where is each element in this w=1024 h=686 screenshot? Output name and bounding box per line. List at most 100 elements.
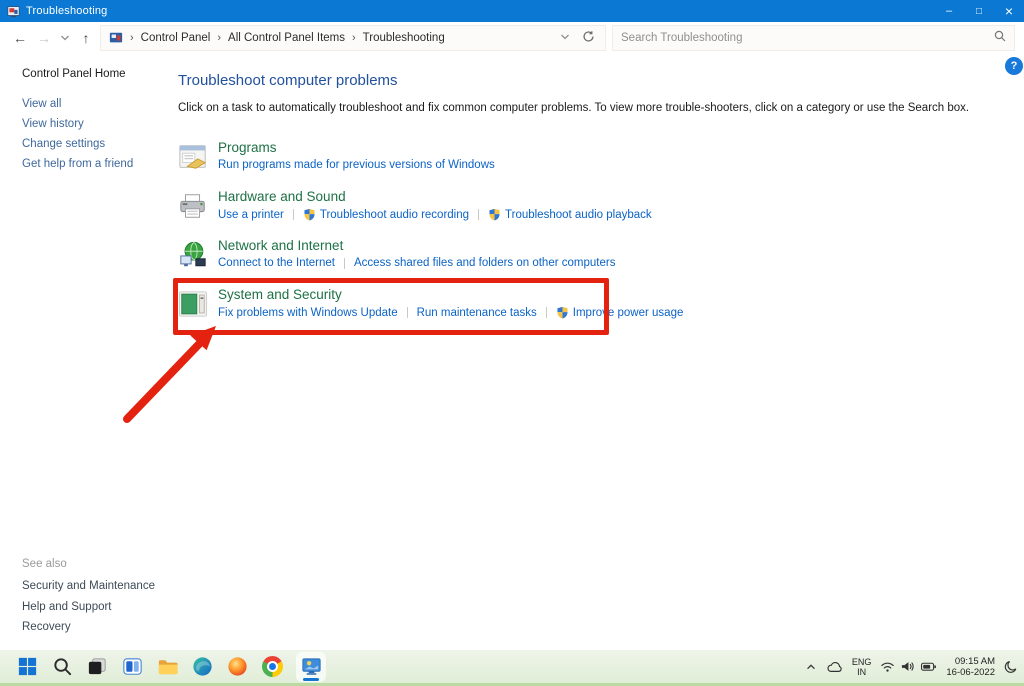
uac-shield-icon [556, 306, 569, 319]
file-explorer-icon[interactable] [156, 655, 179, 678]
widgets-icon[interactable] [121, 655, 144, 678]
window-controls: – □ × [934, 0, 1024, 22]
close-button[interactable]: × [994, 0, 1024, 22]
task-link-label: Access shared files and folders on other… [354, 257, 615, 269]
see-also-panel: See also Security and Maintenance Help an… [22, 558, 155, 643]
focus-assist-moon-icon[interactable] [1004, 660, 1018, 674]
task-link-label: Connect to the Internet [218, 257, 335, 269]
breadcrumb-separator: › [130, 32, 134, 44]
navigation-bar: ← → ↑ › Control Panel › All Control Pane… [0, 22, 1024, 54]
network-globe-icon [178, 240, 208, 270]
section-title[interactable]: Hardware and Sound [218, 189, 652, 205]
task-link[interactable]: Troubleshoot audio recording [303, 208, 469, 221]
uac-shield-icon [488, 208, 501, 221]
section-links: Fix problems with Windows Update Run mai… [218, 306, 683, 319]
see-also-link[interactable]: Help and Support [22, 602, 155, 614]
volume-icon [900, 660, 915, 673]
sidebar-links: View all View history Change settings Get h… [22, 98, 172, 170]
link-separator [293, 209, 294, 220]
main-content: Troubleshoot computer problems Click on … [178, 72, 918, 336]
address-dropdown-chevron-icon[interactable] [560, 32, 570, 45]
tray-time: 09:15 AM [946, 656, 995, 667]
section-network-and-internet: Network and Internet Connect to the Inte… [178, 238, 918, 272]
task-link-label: Improve power usage [573, 307, 684, 319]
up-button[interactable]: ↑ [74, 30, 98, 46]
cloud-icon[interactable] [826, 660, 843, 673]
link-separator [546, 307, 547, 318]
sidebar-link[interactable]: Get help from a friend [22, 158, 172, 170]
task-link[interactable]: Run programs made for previous versions … [218, 159, 495, 171]
clock[interactable]: 09:15 AM 16-06-2022 [946, 656, 995, 678]
tray-chevron-up-icon[interactable] [805, 661, 817, 673]
help-button[interactable]: ? [1005, 57, 1023, 75]
start-button[interactable] [16, 655, 39, 678]
task-link[interactable]: Use a printer [218, 209, 284, 221]
section-links: Use a printer Troubleshoot audio recordi… [218, 208, 652, 221]
search-icon[interactable] [994, 29, 1006, 47]
wifi-icon [880, 660, 895, 673]
see-also-link[interactable]: Recovery [22, 622, 155, 634]
refresh-icon[interactable] [582, 30, 595, 46]
sidebar-link[interactable]: Change settings [22, 138, 172, 150]
task-link-label: Troubleshoot audio playback [505, 209, 652, 221]
section-hardware-and-sound: Hardware and Sound Use a printer Trouble… [178, 189, 918, 223]
maximize-button[interactable]: □ [964, 0, 994, 22]
language-indicator[interactable]: ENG IN [852, 657, 872, 677]
back-button[interactable]: ← [8, 30, 32, 46]
section-title[interactable]: Programs [218, 140, 495, 156]
section-title[interactable]: Network and Internet [218, 238, 615, 254]
task-link[interactable]: Access shared files and folders on other… [354, 257, 615, 269]
forward-button[interactable]: → [32, 30, 56, 46]
edge-icon[interactable] [191, 655, 214, 678]
section-links: Connect to the Internet Access shared fi… [218, 257, 615, 269]
search-input[interactable] [621, 32, 994, 44]
window-body: Control Panel Home View all View history C… [0, 54, 1024, 650]
section-system-and-security: System and Security Fix problems with Wi… [178, 287, 918, 321]
sidebar-link[interactable]: View history [22, 118, 172, 130]
task-link[interactable]: Improve power usage [556, 306, 684, 319]
system-monitor-icon [178, 289, 208, 319]
task-link-label: Run programs made for previous versions … [218, 159, 495, 171]
window-title: Troubleshooting [26, 5, 107, 17]
system-tray: ENG IN 09:15 AM 16-06-2022 [805, 650, 1018, 683]
sidebar-item-control-panel-home[interactable]: Control Panel Home [22, 68, 172, 80]
address-bar[interactable]: › Control Panel › All Control Panel Item… [100, 25, 606, 51]
recent-pages-chevron-icon[interactable] [56, 33, 74, 43]
tray-date: 16-06-2022 [946, 667, 995, 678]
quick-settings[interactable] [880, 660, 937, 673]
sidebar-link[interactable]: View all [22, 98, 172, 110]
page-description: Click on a task to automatically trouble… [178, 102, 918, 114]
breadcrumb-separator: › [352, 32, 356, 44]
task-link[interactable]: Fix problems with Windows Update [218, 307, 398, 319]
chrome-icon[interactable] [261, 655, 284, 678]
task-link-label: Fix problems with Windows Update [218, 307, 398, 319]
breadcrumb-separator: › [217, 32, 221, 44]
task-link[interactable]: Run maintenance tasks [417, 307, 537, 319]
section-programs: Programs Run programs made for previous … [178, 140, 918, 174]
task-link[interactable]: Connect to the Internet [218, 257, 335, 269]
task-view-icon[interactable] [86, 655, 109, 678]
sections: Programs Run programs made for previous … [178, 140, 918, 321]
taskbar-search-icon[interactable] [51, 655, 74, 678]
link-separator [344, 258, 345, 269]
uac-shield-icon [303, 208, 316, 221]
task-link-label: Troubleshoot audio recording [320, 209, 469, 221]
see-also-link[interactable]: Security and Maintenance [22, 581, 155, 593]
firefox-icon[interactable] [226, 655, 249, 678]
desktop: { "window": { "title": "Troubleshooting"… [0, 0, 1024, 686]
section-links: Run programs made for previous versions … [218, 159, 495, 171]
search-box[interactable] [612, 25, 1015, 51]
minimize-button[interactable]: – [934, 0, 964, 22]
see-also-header: See also [22, 558, 155, 570]
link-separator [478, 209, 479, 220]
troubleshooting-app-icon [7, 5, 20, 18]
task-link-label: Run maintenance tasks [417, 307, 537, 319]
control-panel-taskbar-icon[interactable] [296, 652, 326, 682]
task-link[interactable]: Troubleshoot audio playback [488, 208, 652, 221]
breadcrumb-control-panel[interactable]: Control Panel [141, 32, 211, 44]
breadcrumb-troubleshooting[interactable]: Troubleshooting [363, 32, 445, 44]
section-title[interactable]: System and Security [218, 287, 683, 303]
breadcrumb-all-items[interactable]: All Control Panel Items [228, 32, 345, 44]
battery-icon [920, 660, 937, 673]
printer-icon [178, 191, 208, 221]
